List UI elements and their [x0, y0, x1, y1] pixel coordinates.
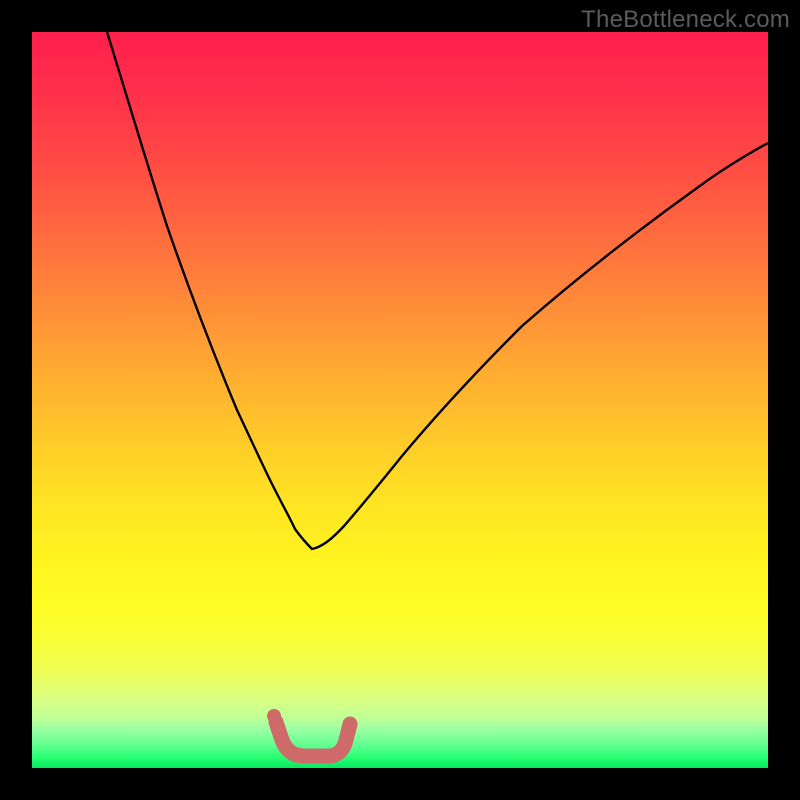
plot-svg [32, 32, 768, 768]
marker-u [276, 722, 350, 756]
watermark-text: TheBottleneck.com [581, 6, 790, 34]
chart-area [32, 32, 768, 768]
bottleneck-curve [107, 32, 768, 549]
